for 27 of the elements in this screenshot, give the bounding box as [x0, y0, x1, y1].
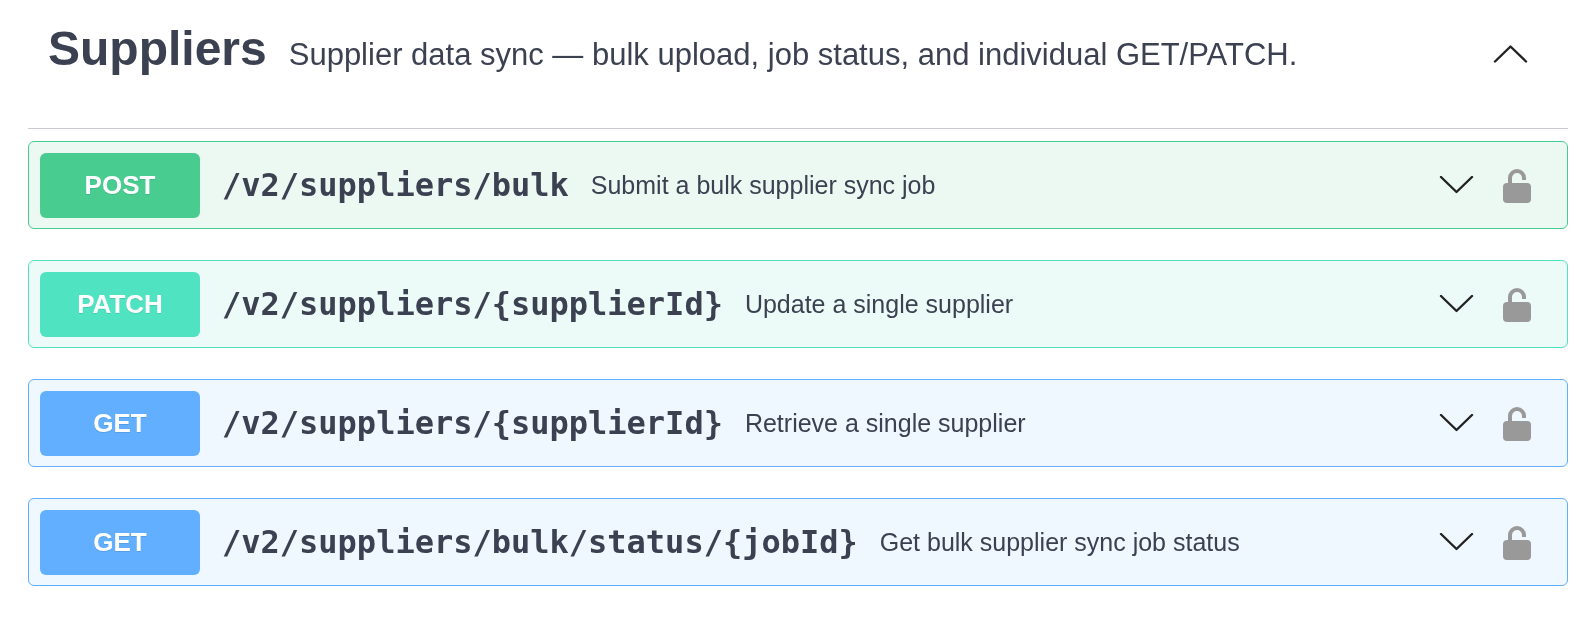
endpoint-path: /v2/suppliers/bulk/status/{jobId}	[222, 523, 858, 561]
endpoint-summary: Get bulk supplier sync job status	[879, 527, 1241, 557]
chevron-down-icon[interactable]	[1439, 414, 1474, 432]
method-badge: POST	[40, 152, 200, 218]
endpoint-summary: Update a single supplier	[744, 289, 1015, 319]
padlock-icon[interactable]	[1502, 167, 1532, 203]
padlock-icon[interactable]	[1502, 405, 1532, 441]
chevron-down-icon[interactable]	[1439, 533, 1474, 551]
endpoint-path: /v2/suppliers/bulk	[222, 166, 569, 204]
endpoint-summary: Submit a bulk supplier sync job	[590, 170, 937, 200]
chevron-down-icon[interactable]	[1439, 176, 1474, 194]
section-description: Supplier data sync — bulk upload, job status, and individual GET/PATCH.	[288, 37, 1298, 73]
operation-block[interactable]: GET /v2/suppliers/{supplierId} Retrieve a single supplier	[28, 379, 1568, 467]
endpoint-summary: Retrieve a single supplier	[744, 408, 1027, 438]
chevron-up-icon[interactable]	[1493, 44, 1528, 63]
padlock-icon[interactable]	[1502, 286, 1532, 322]
padlock-icon[interactable]	[1502, 524, 1532, 560]
section-title: Suppliers	[48, 21, 267, 76]
method-badge: GET	[40, 390, 200, 456]
operation-block[interactable]: PATCH /v2/suppliers/{supplierId} Update a single supplier	[28, 260, 1568, 348]
method-badge: PATCH	[40, 271, 200, 337]
endpoint-path: /v2/suppliers/{supplierId}	[222, 404, 723, 442]
operation-block[interactable]: POST /v2/suppliers/bulk Submit a bulk supplier sync job	[28, 141, 1568, 229]
endpoint-path: /v2/suppliers/{supplierId}	[222, 285, 723, 323]
chevron-down-icon[interactable]	[1439, 295, 1474, 313]
method-badge: GET	[40, 509, 200, 575]
operation-block[interactable]: GET /v2/suppliers/bulk/status/{jobId} Get bulk supplier sync job status	[28, 498, 1568, 586]
